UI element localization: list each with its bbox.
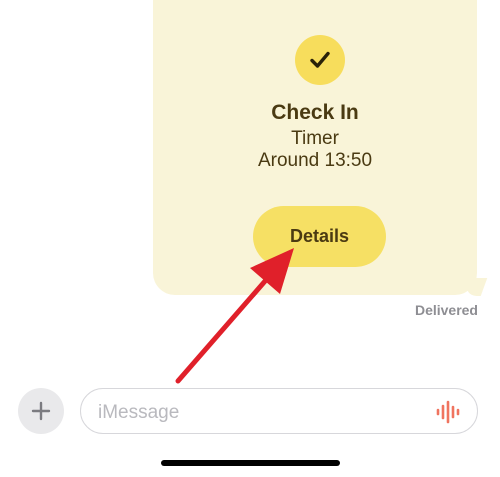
audio-message-button[interactable] bbox=[434, 398, 464, 426]
check-in-title: Check In bbox=[271, 101, 359, 124]
check-in-subtitle: Timer bbox=[291, 128, 339, 149]
add-attachment-button[interactable] bbox=[18, 388, 64, 434]
waveform-icon bbox=[436, 400, 460, 424]
home-indicator bbox=[161, 460, 340, 466]
check-badge bbox=[295, 35, 345, 85]
checkmark-icon bbox=[310, 51, 330, 68]
details-button[interactable]: Details bbox=[253, 206, 386, 267]
check-in-time: Around 13:50 bbox=[257, 150, 373, 171]
delivered-status: Delivered bbox=[414, 302, 478, 318]
message-field[interactable] bbox=[80, 388, 478, 434]
message-input[interactable] bbox=[96, 399, 420, 427]
plus-icon bbox=[31, 401, 51, 421]
messages-screen: Check In Timer Around 13:50 Details Deli… bbox=[0, 0, 500, 477]
